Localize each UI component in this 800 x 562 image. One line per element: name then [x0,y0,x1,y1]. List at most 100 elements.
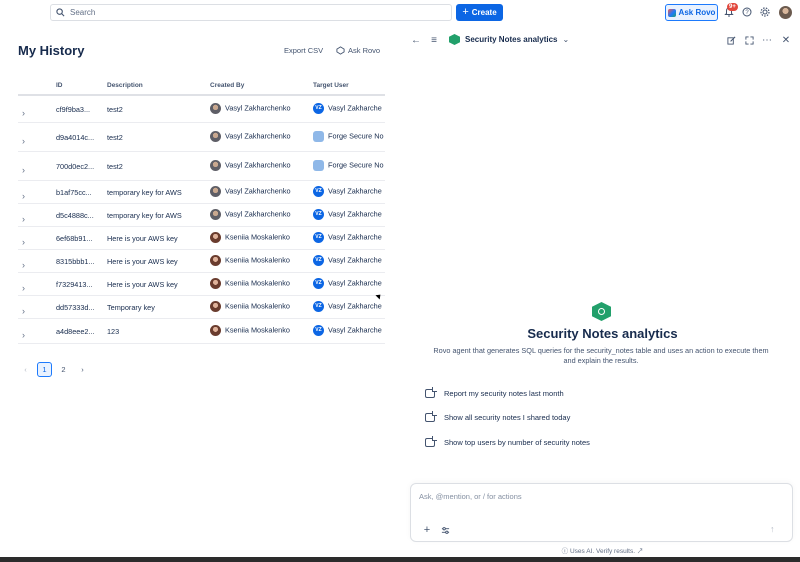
table-row[interactable]: › dd57333d... Temporary key Kseniia Moskale… [18,296,385,319]
add-icon[interactable]: + [421,524,433,536]
expand-icon[interactable] [743,34,755,46]
target-user-name: Vasyl Zakharche [328,255,382,265]
expand-row-chevron-icon[interactable]: › [22,306,25,316]
table-header: ID Description Created By Target User [18,78,385,96]
table-row[interactable]: › d9a4014c... test2 Vasyl Zakharchenko Forge… [18,123,385,152]
rovo-icon [667,8,676,17]
agent-logo-icon [449,34,460,45]
user-avatar[interactable] [779,6,792,19]
search-placeholder: Search [70,8,96,17]
suggestion-3[interactable]: Show top users by number of security not… [425,435,590,449]
table-row[interactable]: › d5c4888c... temporary key for AWS Vasyl Z… [18,204,385,227]
tools-sliders-icon[interactable] [439,524,451,536]
expand-row-chevron-icon[interactable]: › [22,214,25,224]
table-row[interactable]: › a4d8eee2... 123 Kseniia Moskalenko VZ Vasyl… [18,319,385,344]
external-link-icon[interactable]: ↗ [635,548,644,555]
agent-large-logo-icon [592,302,611,321]
pagination-page-1[interactable]: 1 [37,362,52,377]
row-target-user: Forge Secure No [313,131,384,142]
pagination-next-icon[interactable]: › [75,362,90,377]
table-row[interactable]: › cf9f9ba3... test2 Vasyl Zakharchenko VZ Vas… [18,96,385,123]
page-title: My History [18,43,85,58]
menu-icon[interactable]: ≡ [428,34,440,46]
edit-icon[interactable] [725,34,737,46]
expand-row-chevron-icon[interactable]: › [22,108,25,118]
send-arrow-icon[interactable]: ↑ [770,524,780,534]
expand-row-chevron-icon[interactable]: › [22,283,25,293]
row-target-user: VZ Vasyl Zakharche [313,301,382,312]
table-row[interactable]: › 700d0ec2... test2 Vasyl Zakharchenko Forge… [18,152,385,181]
pagination-prev-icon[interactable]: ‹ [18,362,33,377]
row-created-by: Vasyl Zakharchenko [210,103,291,114]
back-arrow-icon[interactable]: ← [410,34,422,46]
close-icon[interactable]: ✕ [780,34,792,46]
row-target-user: VZ Vasyl Zakharche [313,278,382,289]
search-input[interactable]: Search [50,4,452,21]
created-by-name: Vasyl Zakharchenko [225,131,291,141]
row-description: Temporary key [107,303,155,312]
settings-gear-icon[interactable] [759,6,771,18]
row-id: dd57333d... [56,303,95,312]
created-by-name: Vasyl Zakharchenko [225,186,291,196]
target-user-name: Vasyl Zakharche [328,325,382,335]
column-header-target-user[interactable]: Target User [313,82,349,89]
row-id: cf9f9ba3... [56,105,91,114]
expand-row-chevron-icon[interactable]: › [22,191,25,201]
row-created-by: Kseniia Moskalenko [210,278,290,289]
ask-rovo-label: Ask Rovo [348,45,381,55]
chat-composer[interactable]: Ask, @mention, or / for actions + ↑ [410,483,793,542]
row-target-user: Forge Secure No [313,160,384,171]
expand-row-chevron-icon[interactable]: › [22,165,25,175]
row-target-user: VZ Vasyl Zakharche [313,209,382,220]
row-description: Here is your AWS key [107,257,178,266]
ask-rovo-top-label: Ask Rovo [678,8,716,17]
ask-rovo-top-button[interactable]: Ask Rovo [665,4,718,21]
column-header-created-by[interactable]: Created By [210,82,244,89]
row-id: a4d8eee2... [56,327,95,336]
table-row[interactable]: › 6ef68b91... Here is your AWS key Kseniia … [18,227,385,250]
more-options-icon[interactable]: ⋯ [761,34,773,46]
agent-title: Security Notes analytics [527,326,678,341]
row-target-user: VZ Vasyl Zakharche [313,255,382,266]
target-user-name: Vasyl Zakharche [328,301,382,311]
row-description: Here is your AWS key [107,234,178,243]
row-id: 6ef68b91... [56,234,93,243]
row-target-user: VZ Vasyl Zakharche [313,103,382,114]
created-by-name: Vasyl Zakharchenko [225,160,291,170]
composer-placeholder: Ask, @mention, or / for actions [419,492,522,501]
row-created-by: Vasyl Zakharchenko [210,131,291,142]
help-icon[interactable]: ? [741,6,753,18]
plus-icon: + [462,6,469,18]
table-row[interactable]: › 8315bbb1... Here is your AWS key Kseniia … [18,250,385,273]
suggestion-1[interactable]: Report my security notes last month [425,386,564,400]
avatar [210,160,221,171]
row-id: 8315bbb1... [56,257,95,266]
export-csv-label: Export CSV [284,45,324,55]
expand-row-chevron-icon[interactable]: › [22,260,25,270]
expand-row-chevron-icon[interactable]: › [22,136,25,146]
row-id: d9a4014c... [56,133,95,142]
suggestion-1-label: Report my security notes last month [444,388,564,398]
target-user-name: Vasyl Zakharche [328,186,382,196]
created-by-name: Kseniia Moskalenko [225,301,290,311]
column-header-description[interactable]: Description [107,82,143,89]
create-button[interactable]: + Create [456,4,503,21]
agent-selector[interactable]: Security Notes analytics ⌄ [449,34,569,45]
export-csv-button[interactable]: Export CSV [284,43,323,57]
bottom-edge [0,557,800,562]
row-target-user: VZ Vasyl Zakharche [313,325,382,336]
created-by-name: Vasyl Zakharchenko [225,103,291,113]
table-row[interactable]: › b1af75cc... temporary key for AWS Vasyl Z… [18,181,385,204]
ask-rovo-button[interactable]: Ask Rovo [336,43,380,57]
suggestion-2[interactable]: Show all security notes I shared today [425,410,570,424]
pagination-page-2[interactable]: 2 [56,362,71,377]
row-created-by: Kseniia Moskalenko [210,301,290,312]
created-by-name: Kseniia Moskalenko [225,255,290,265]
avatar [210,255,221,266]
pagination: ‹ 1 2 › [18,362,94,377]
expand-row-chevron-icon[interactable]: › [22,237,25,247]
ai-disclaimer: ⓘ Uses AI. Verify results. ↗ [405,545,800,555]
table-row[interactable]: › f7329413... Here is your AWS key Kseniia … [18,273,385,296]
expand-row-chevron-icon[interactable]: › [22,330,25,340]
column-header-id[interactable]: ID [56,82,63,89]
